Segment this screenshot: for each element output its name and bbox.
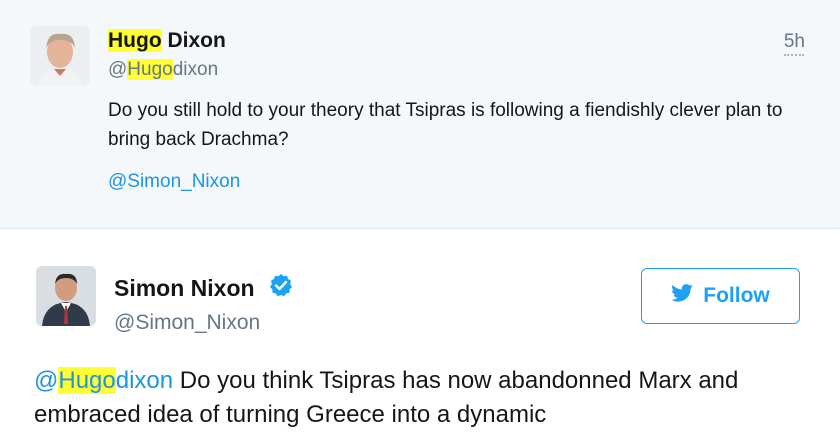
follow-button[interactable]: Follow xyxy=(641,268,800,324)
mention-rest: dixon xyxy=(115,367,174,394)
timestamp[interactable]: 5h xyxy=(784,30,805,54)
reply-display-name[interactable]: Simon Nixon xyxy=(114,272,293,303)
simon-avatar[interactable] xyxy=(36,266,96,326)
mention-link[interactable]: @Simon_Nixon xyxy=(108,167,240,196)
dots-icon xyxy=(784,54,804,56)
twitter-bird-icon xyxy=(671,284,694,308)
parent-tweet-text: Do you still hold to your theory that Ts… xyxy=(108,100,783,150)
handle-at: @ xyxy=(108,59,128,80)
reply-name-text: Simon Nixon xyxy=(114,274,255,301)
handle-rest: dixon xyxy=(172,59,219,80)
name-rest: Dixon xyxy=(161,29,226,52)
name-highlight: Hugo xyxy=(108,29,162,52)
parent-handle[interactable]: @Hugodixon xyxy=(108,58,218,82)
mention-at: @ xyxy=(34,367,59,394)
parent-tweet: Hugo Dixon @Hugodixon 5h Do you still ho… xyxy=(0,0,840,228)
verified-badge-icon xyxy=(269,273,293,303)
parent-display-name[interactable]: Hugo Dixon xyxy=(108,28,226,54)
handle-highlight: Hugo xyxy=(127,59,173,80)
mention-highlight: Hugo xyxy=(58,367,116,394)
follow-label: Follow xyxy=(703,284,770,307)
reply-tweet-text: @Hugodixon Do you think Tsipras has now … xyxy=(34,364,824,432)
divider xyxy=(0,228,840,229)
hugo-avatar[interactable] xyxy=(30,26,90,86)
reply-mention-link[interactable]: @Hugodixon xyxy=(34,367,173,394)
reply-handle[interactable]: @Simon_Nixon xyxy=(114,310,260,336)
